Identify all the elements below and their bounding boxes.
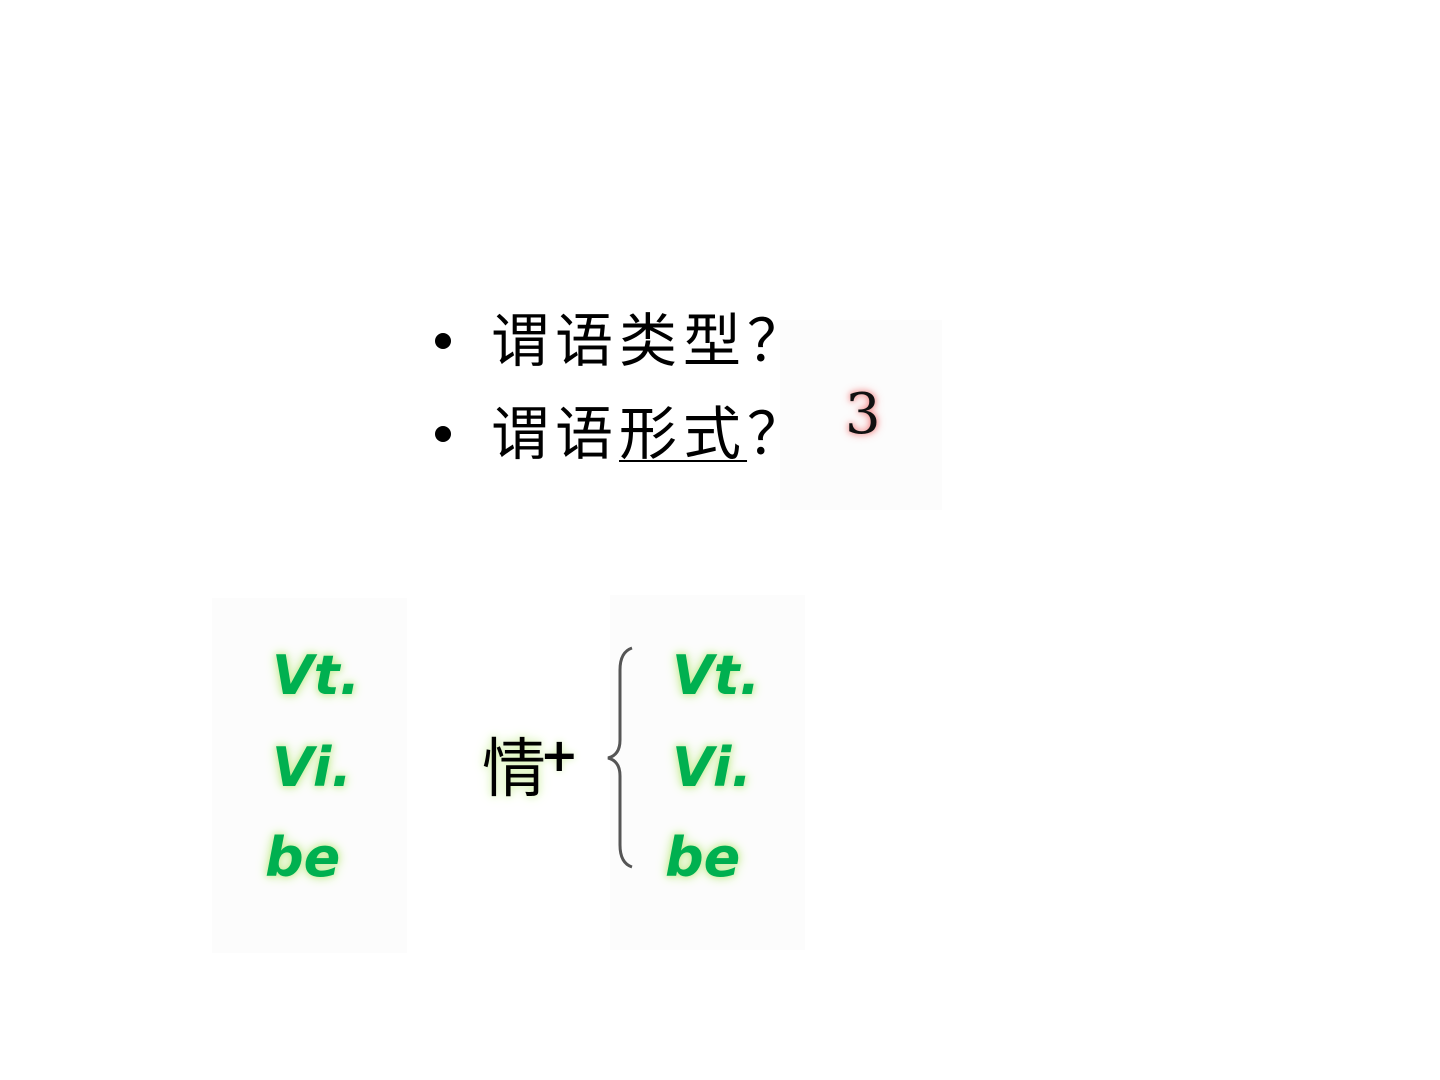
curly-brace-icon bbox=[607, 646, 633, 869]
bullet-dot-icon bbox=[435, 426, 451, 442]
bullet-text: 谓语 bbox=[491, 400, 620, 468]
bullet-item: 谓语 类型？ bbox=[435, 312, 811, 370]
modal-verb-label: 情 bbox=[482, 733, 546, 807]
question-mark: ？ bbox=[747, 307, 812, 375]
badge-number: 3 bbox=[845, 382, 881, 447]
bullet-text: 类型 bbox=[619, 307, 748, 375]
right-item-be: be bbox=[665, 826, 741, 889]
left-item-vt: Vt. bbox=[272, 644, 361, 707]
bullet-item: 谓语 形式？ bbox=[435, 405, 811, 463]
left-item-be: be bbox=[265, 826, 341, 889]
question-mark: ？ bbox=[747, 400, 812, 468]
left-item-vi: Vi. bbox=[272, 736, 352, 799]
bullet-dot-icon bbox=[435, 333, 451, 349]
underlined-text: 形式 bbox=[619, 400, 748, 468]
plus-sign: + bbox=[540, 728, 579, 782]
right-item-vt: Vt. bbox=[672, 644, 761, 707]
bullet-text: 谓语 bbox=[491, 307, 620, 375]
right-item-vi: Vi. bbox=[672, 736, 752, 799]
